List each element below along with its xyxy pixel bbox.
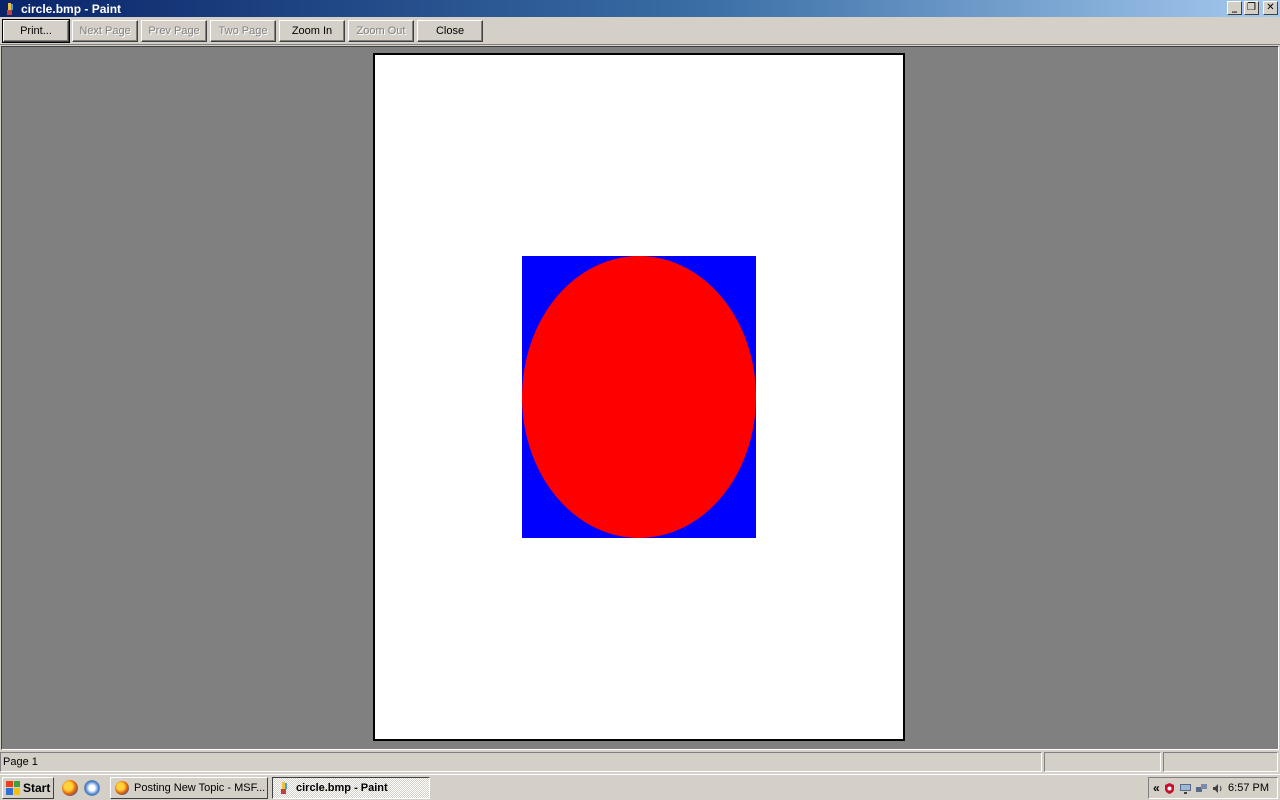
taskbar-item-firefox[interactable]: Posting New Topic - MSF... <box>110 776 268 799</box>
close-window-button[interactable]: ✕ <box>1263 1 1278 15</box>
minimize-button[interactable]: _ <box>1227 1 1242 15</box>
taskbar-item-label: circle.bmp - Paint <box>296 781 388 794</box>
start-button[interactable]: Start <box>2 776 54 799</box>
zoom-in-button[interactable]: Zoom In <box>279 19 345 42</box>
firefox-icon[interactable] <box>62 779 78 796</box>
close-preview-button[interactable]: Close <box>417 19 483 42</box>
status-bar: Page 1 <box>0 751 1280 773</box>
quick-launch <box>62 779 100 796</box>
prev-page-button[interactable]: Prev Page <box>141 19 207 42</box>
red-ellipse <box>522 256 756 538</box>
status-pane-2 <box>1044 752 1161 772</box>
status-pane-3 <box>1163 752 1278 772</box>
start-label: Start <box>23 780 51 795</box>
restore-button[interactable]: ❐ <box>1244 1 1259 15</box>
windows-logo-icon <box>6 780 20 795</box>
browser-icon[interactable] <box>84 779 100 796</box>
tray-expand-icon[interactable]: « <box>1153 781 1160 795</box>
status-page-text: Page 1 <box>0 752 1042 772</box>
preview-page[interactable] <box>373 53 905 741</box>
shield-icon[interactable] <box>1163 782 1176 795</box>
print-button[interactable]: Print... <box>2 18 70 43</box>
window-controls: _ ❐ ✕ <box>1227 1 1278 15</box>
preview-area[interactable] <box>1 46 1279 750</box>
taskbar-item-label: Posting New Topic - MSF... <box>134 781 266 794</box>
bitmap-image <box>522 256 756 538</box>
next-page-button[interactable]: Next Page <box>72 19 138 42</box>
volume-icon[interactable] <box>1211 782 1224 795</box>
paint-icon <box>3 2 17 16</box>
zoom-out-button[interactable]: Zoom Out <box>348 19 414 42</box>
taskbar: Start Posting New Topic - MSF... circle.… <box>0 774 1280 800</box>
firefox-icon <box>115 780 129 795</box>
network-icon[interactable] <box>1195 782 1208 795</box>
taskbar-item-paint[interactable]: circle.bmp - Paint <box>272 776 430 799</box>
title-bar[interactable]: circle.bmp - Paint _ ❐ ✕ <box>0 0 1280 17</box>
clock[interactable]: 6:57 PM <box>1228 782 1269 794</box>
monitor-icon[interactable] <box>1179 782 1192 795</box>
paint-icon <box>277 781 291 795</box>
print-preview-toolbar: Print... Next Page Prev Page Two Page Zo… <box>0 17 1280 45</box>
system-tray: « 6:57 PM <box>1148 777 1278 799</box>
two-page-button[interactable]: Two Page <box>210 19 276 42</box>
window-title: circle.bmp - Paint <box>21 1 122 16</box>
